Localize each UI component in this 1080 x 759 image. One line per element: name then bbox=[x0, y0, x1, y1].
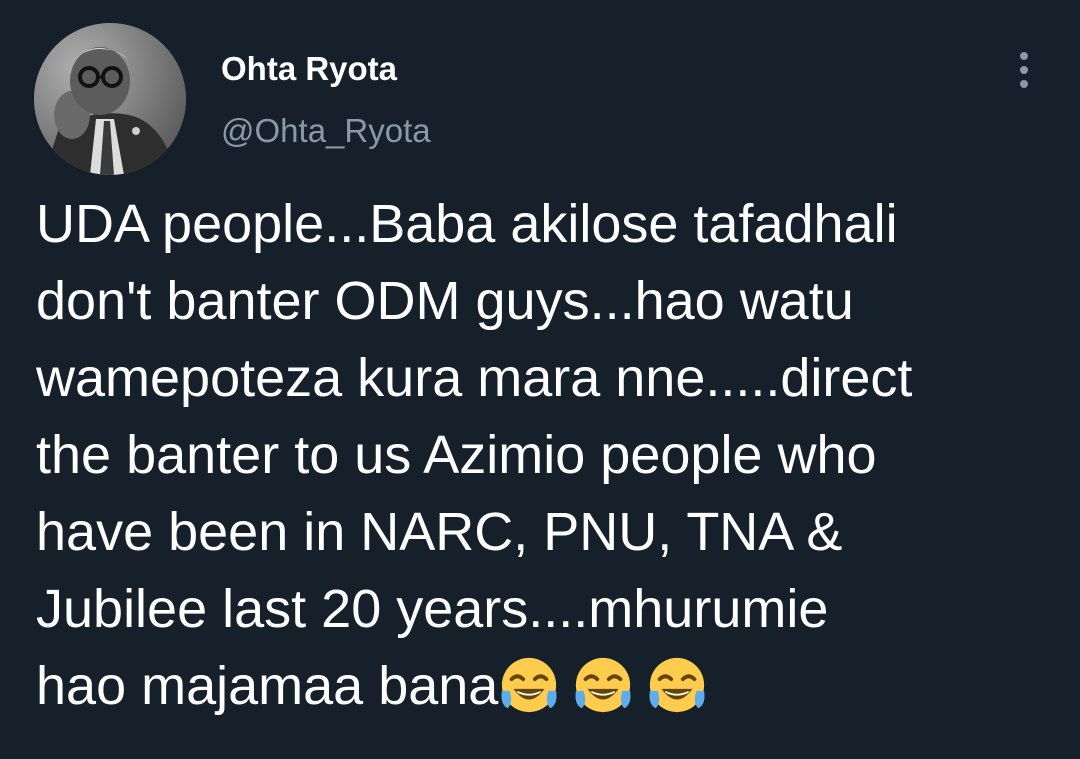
avatar-photo bbox=[34, 23, 186, 175]
tweet-text-line: have been in NARC, PNU, TNA & bbox=[36, 502, 843, 562]
face-with-tears-of-joy-icon bbox=[575, 657, 631, 713]
more-vertical-icon bbox=[1020, 52, 1028, 60]
tweet-text-line: the banter to us Azimio people who bbox=[36, 425, 877, 485]
tweet-text-line: wamepoteza kura mara nne.....direct bbox=[36, 348, 913, 408]
tweet-text-line: Jubilee last 20 years....mhurumie bbox=[36, 579, 829, 639]
author-display-name[interactable]: Ohta Ryota bbox=[221, 50, 397, 88]
tweet-text-line: don't banter ODM guys...hao watu bbox=[36, 271, 854, 331]
author-avatar[interactable] bbox=[34, 23, 186, 175]
more-vertical-icon bbox=[1020, 66, 1028, 74]
author-handle[interactable]: @Ohta_Ryota bbox=[221, 112, 431, 150]
more-vertical-icon bbox=[1020, 80, 1028, 88]
tweet-card: Ohta Ryota @Ohta_Ryota UDA people...Baba… bbox=[0, 0, 1080, 759]
tweet-text-last-line: hao majamaa bana bbox=[36, 648, 1056, 725]
tweet-text: UDA people...Baba akilose tafadhali don'… bbox=[36, 186, 1056, 725]
tweet-text-line: UDA people...Baba akilose tafadhali bbox=[36, 194, 898, 254]
face-with-tears-of-joy-icon bbox=[501, 657, 557, 713]
tweet-text-line: hao majamaa bana bbox=[36, 656, 499, 716]
more-options-button[interactable] bbox=[1006, 46, 1042, 94]
face-with-tears-of-joy-icon bbox=[649, 657, 705, 713]
